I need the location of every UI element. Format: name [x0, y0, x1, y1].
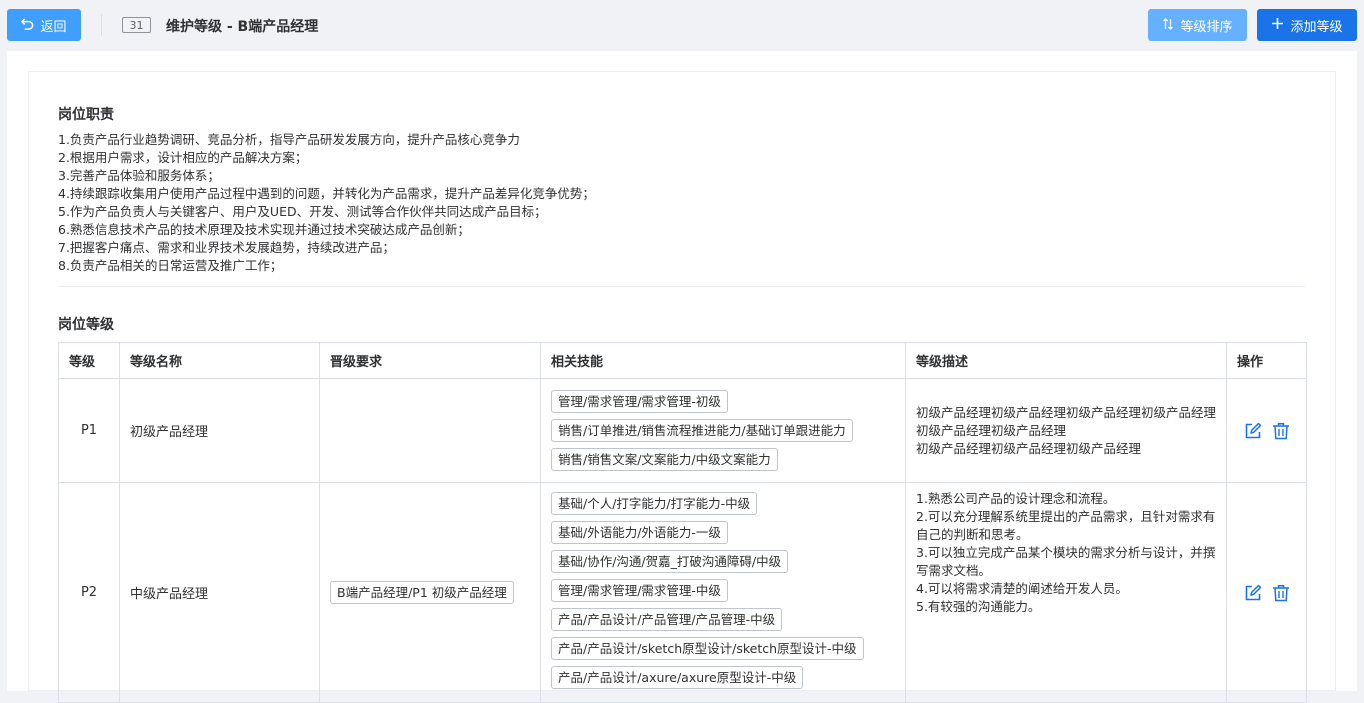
- requirement-cell: [319, 378, 541, 483]
- skill-tag: 销售/销售文案/文案能力/中级文案能力: [551, 448, 778, 471]
- duty-item: 4.持续跟踪收集用户使用产品过程中遇到的问题，并转化为产品需求，提升产品差异化竞…: [58, 186, 595, 201]
- page-title: 维护等级 - B端产品经理: [166, 19, 319, 35]
- skill-tag: 销售/订单推进/销售流程推进能力/基础订单跟进能力: [551, 419, 853, 442]
- undo-arrow-icon: [21, 17, 34, 33]
- add-level-button[interactable]: 添加等级: [1257, 9, 1357, 41]
- table-row: P2 中级产品经理 B端产品经理/P1 初级产品经理 基础/个人/打字能力/打字…: [58, 482, 1307, 703]
- skill-tag: 基础/协作/沟通/贺嘉_打破沟通障碍/中级: [551, 550, 789, 573]
- requirement-cell: B端产品经理/P1 初级产品经理: [319, 482, 541, 703]
- col-header-description: 等级描述: [905, 342, 1227, 379]
- level-name-cell: 中级产品经理: [119, 482, 320, 703]
- duty-item: 1.负责产品行业趋势调研、竞品分析，指导产品研发发展方向，提升产品核心竞争力: [58, 132, 520, 147]
- description-line: 3.可以独立完成产品某个模块的需求分析与设计，并撰写需求文档。: [916, 545, 1216, 578]
- description-line: 初级产品经理初级产品经理: [916, 422, 1067, 438]
- skill-tag: 产品/产品设计/产品管理/产品管理-中级: [551, 608, 783, 631]
- edit-icon[interactable]: [1243, 583, 1263, 603]
- duty-item: 5.作为产品负责人与关键客户、用户及UED、开发、测试等合作伙伴共同达成产品目标…: [58, 204, 547, 219]
- skill-tag: 基础/外语能力/外语能力-一级: [551, 521, 728, 544]
- header-divider: [101, 14, 102, 36]
- level-cell: P2: [58, 482, 120, 703]
- skills-cell: 基础/个人/打字能力/打字能力-中级 基础/外语能力/外语能力-一级 基础/协作…: [540, 482, 906, 703]
- level-sort-label: 等级排序: [1180, 19, 1233, 35]
- col-header-name: 等级名称: [119, 342, 320, 379]
- col-header-requirement: 晋级要求: [319, 342, 541, 379]
- position-code-badge: 31: [122, 17, 151, 33]
- requirement-tag: B端产品经理/P1 初级产品经理: [330, 581, 514, 604]
- duties-title: 岗位职责: [58, 107, 114, 123]
- add-level-label: 添加等级: [1290, 19, 1343, 35]
- trash-icon[interactable]: [1271, 583, 1291, 603]
- top-bar: 返回 31 维护等级 - B端产品经理 等级排序 添加等级: [0, 0, 1364, 50]
- level-cell: P1: [58, 378, 120, 483]
- duties-list: 1.负责产品行业趋势调研、竞品分析，指导产品研发发展方向，提升产品核心竞争力 2…: [58, 131, 595, 275]
- description-cell: 初级产品经理初级产品经理初级产品经理初级产品经理 初级产品经理初级产品经理 初级…: [905, 378, 1227, 483]
- actions-cell: [1226, 482, 1307, 703]
- skill-tag: 管理/需求管理/需求管理-初级: [551, 390, 728, 413]
- description-line: 1.熟悉公司产品的设计理念和流程。: [916, 491, 1116, 506]
- table-row: P1 初级产品经理 管理/需求管理/需求管理-初级 销售/订单推进/销售流程推进…: [58, 378, 1307, 483]
- description-line: 5.有较强的沟通能力。: [916, 599, 1041, 614]
- description-line: 初级产品经理初级产品经理初级产品经理初级产品经理: [916, 404, 1217, 420]
- duty-item: 3.完善产品体验和服务体系；: [58, 168, 220, 183]
- levels-table: 等级 等级名称 晋级要求 相关技能 等级描述 操作 P1 初级产品经理 管理/需…: [58, 342, 1307, 703]
- edit-icon[interactable]: [1243, 421, 1263, 441]
- back-button[interactable]: 返回: [7, 9, 81, 41]
- skill-tag: 管理/需求管理/需求管理-中级: [551, 579, 728, 602]
- skill-tag: 产品/产品设计/axure/axure原型设计-中级: [551, 666, 804, 689]
- description-line: 初级产品经理初级产品经理初级产品经理: [916, 440, 1142, 456]
- duty-item: 7.把握客户痛点、需求和业界技术发展趋势，持续改进产品；: [58, 240, 395, 255]
- skill-tag: 产品/产品设计/sketch原型设计/sketch原型设计-中级: [551, 637, 864, 660]
- skills-cell: 管理/需求管理/需求管理-初级 销售/订单推进/销售流程推进能力/基础订单跟进能…: [540, 378, 906, 483]
- plus-icon: [1271, 17, 1284, 33]
- level-sort-button[interactable]: 等级排序: [1148, 9, 1247, 41]
- skill-tag: 基础/个人/打字能力/打字能力-中级: [551, 492, 758, 515]
- description-line: 4.可以将需求清楚的阐述给开发人员。: [916, 581, 1128, 596]
- back-button-label: 返回: [40, 19, 67, 35]
- description-cell: 1.熟悉公司产品的设计理念和流程。 2.可以充分理解系统里提出的产品需求，且针对…: [905, 482, 1227, 703]
- col-header-level: 等级: [58, 342, 120, 379]
- section-divider: [58, 286, 1305, 287]
- duty-item: 2.根据用户需求，设计相应的产品解决方案；: [58, 150, 308, 165]
- col-header-actions: 操作: [1226, 342, 1307, 379]
- col-header-skills: 相关技能: [540, 342, 906, 379]
- sort-icon: [1162, 17, 1174, 33]
- duty-item: 8.负责产品相关的日常运营及推广工作；: [58, 258, 283, 273]
- actions-cell: [1226, 378, 1307, 483]
- description-line: 2.可以充分理解系统里提出的产品需求，且针对需求有自己的判断和思考。: [916, 509, 1216, 542]
- levels-title: 岗位等级: [58, 317, 114, 333]
- level-name-cell: 初级产品经理: [119, 378, 320, 483]
- duty-item: 6.熟悉信息技术产品的技术原理及技术实现并通过技术突破达成产品创新；: [58, 222, 470, 237]
- trash-icon[interactable]: [1271, 421, 1291, 441]
- table-header-row: 等级 等级名称 晋级要求 相关技能 等级描述 操作: [58, 342, 1307, 379]
